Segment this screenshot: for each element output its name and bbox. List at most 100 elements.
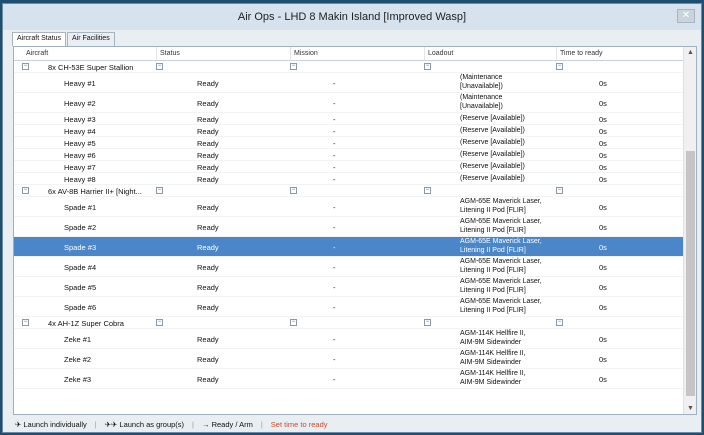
loadout-line: AGM-114K Hellfire II, xyxy=(460,330,526,337)
collapse-icon[interactable]: − xyxy=(290,187,297,194)
aircraft-name: Zeke #2 xyxy=(64,355,92,364)
col-mission[interactable]: Mission xyxy=(294,50,318,57)
mission-value: - xyxy=(333,243,336,252)
aircraft-name: Zeke #3 xyxy=(64,375,92,384)
status-value: Ready xyxy=(197,115,219,124)
aircraft-row[interactable]: Spade #3 Ready - AGM-65E Maverick Laser, Lit… xyxy=(14,237,684,257)
title-bar: Air Ops - LHD 8 Makin Island [Improved W… xyxy=(3,4,701,30)
status-value: Ready xyxy=(197,375,219,384)
aircraft-row[interactable]: Heavy #8 Ready - (Reserve [Available]) 0s xyxy=(14,173,684,185)
group-row[interactable]: − 4x AH-1Z Super Cobra − − − − xyxy=(14,317,684,329)
status-value: Ready xyxy=(197,99,219,108)
time-to-ready-value: 0s xyxy=(599,263,607,272)
collapse-icon[interactable]: − xyxy=(22,319,29,326)
aircraft-name: Heavy #6 xyxy=(64,151,96,160)
status-value: Ready xyxy=(197,163,219,172)
collapse-icon[interactable]: − xyxy=(22,63,29,70)
aircraft-row[interactable]: Heavy #1 Ready - (Maintenance [Unavailable])… xyxy=(14,73,684,93)
loadout-line: Litening II Pod [FLIR] xyxy=(460,306,526,314)
status-value: Ready xyxy=(197,283,219,292)
planes-icon: ✈✈ xyxy=(104,419,118,429)
group-row[interactable]: − 6x AV-8B Harrier II+ [Night... − − − − xyxy=(14,185,684,197)
aircraft-row[interactable]: Zeke #2 Ready - AGM-114K Hellfire II, AIM-9M… xyxy=(14,349,684,369)
loadout-value: (Reserve [Available]) xyxy=(460,139,525,148)
scroll-thumb[interactable] xyxy=(686,151,695,396)
vertical-scrollbar[interactable]: ▲ ▼ xyxy=(683,47,696,414)
collapse-icon[interactable]: − xyxy=(290,319,297,326)
loadout-line: AGM-65E Maverick Laser, xyxy=(460,298,542,305)
launch-group-button[interactable]: ✈✈ Launch as group(s) xyxy=(105,420,184,429)
time-to-ready-value: 0s xyxy=(599,139,607,148)
loadout-line: AIM-9M Sidewinder xyxy=(460,338,522,346)
aircraft-name: Heavy #2 xyxy=(64,99,96,108)
mission-value: - xyxy=(333,79,336,88)
aircraft-row[interactable]: Spade #2 Ready - AGM-65E Maverick Laser, Lit… xyxy=(14,217,684,237)
group-label: 4x AH-1Z Super Cobra xyxy=(48,319,124,328)
aircraft-name: Zeke #1 xyxy=(64,335,92,344)
col-aircraft[interactable]: Aircraft xyxy=(26,50,48,57)
air-ops-window: Air Ops - LHD 8 Makin Island [Improved W… xyxy=(2,3,702,433)
col-time-to-ready[interactable]: Time to ready xyxy=(560,50,603,57)
aircraft-row[interactable]: Heavy #7 Ready - (Reserve [Available]) 0s xyxy=(14,161,684,173)
aircraft-row[interactable]: Heavy #6 Ready - (Reserve [Available]) 0s xyxy=(14,149,684,161)
aircraft-row[interactable]: Heavy #4 Ready - (Reserve [Available]) 0s xyxy=(14,125,684,137)
aircraft-row[interactable]: Spade #5 Ready - AGM-65E Maverick Laser, Lit… xyxy=(14,277,684,297)
tab-aircraft-status[interactable]: Aircraft Status xyxy=(12,32,66,46)
aircraft-row[interactable]: Zeke #3 Ready - AGM-114K Hellfire II, AIM-9M… xyxy=(14,369,684,389)
loadout-value: AGM-65E Maverick Laser, Litening II Pod [… xyxy=(460,278,542,295)
aircraft-row[interactable]: Heavy #3 Ready - (Reserve [Available]) 0s xyxy=(14,113,684,125)
col-status[interactable]: Status xyxy=(160,50,180,57)
status-value: Ready xyxy=(197,127,219,136)
collapse-icon[interactable]: − xyxy=(156,187,163,194)
mission-value: - xyxy=(333,303,336,312)
loadout-line: AGM-65E Maverick Laser, xyxy=(460,278,542,285)
collapse-icon[interactable]: − xyxy=(156,319,163,326)
collapse-icon[interactable]: − xyxy=(424,319,431,326)
collapse-icon[interactable]: − xyxy=(22,187,29,194)
collapse-icon[interactable]: − xyxy=(556,63,563,70)
scroll-up-icon[interactable]: ▲ xyxy=(686,49,695,56)
window-title: Air Ops - LHD 8 Makin Island [Improved W… xyxy=(237,11,467,23)
collapse-icon[interactable]: − xyxy=(424,63,431,70)
launch-individually-button[interactable]: ✈ Launch individually xyxy=(15,420,87,429)
time-to-ready-value: 0s xyxy=(599,127,607,136)
loadout-line: AGM-114K Hellfire II, xyxy=(460,350,526,357)
mission-value: - xyxy=(333,151,336,160)
mission-value: - xyxy=(333,127,336,136)
mission-value: - xyxy=(333,175,336,184)
loadout-value: AGM-65E Maverick Laser, Litening II Pod [… xyxy=(460,238,542,255)
status-value: Ready xyxy=(197,355,219,364)
group-row[interactable]: − 8x CH-53E Super Stallion − − − − xyxy=(14,61,684,73)
scroll-down-icon[interactable]: ▼ xyxy=(686,405,695,412)
aircraft-row[interactable]: Heavy #2 Ready - (Maintenance [Unavailable])… xyxy=(14,93,684,113)
tab-air-facilities[interactable]: Air Facilities xyxy=(66,32,115,46)
loadout-value: AGM-114K Hellfire II, AIM-9M Sidewinder xyxy=(460,370,526,387)
mission-value: - xyxy=(333,99,336,108)
loadout-line: (Maintenance xyxy=(460,94,503,101)
loadout-line: (Reserve [Available]) xyxy=(460,151,525,158)
aircraft-row[interactable]: Zeke #1 Ready - AGM-114K Hellfire II, AIM-9M… xyxy=(14,329,684,349)
close-button[interactable]: ✕ xyxy=(677,9,695,23)
collapse-icon[interactable]: − xyxy=(290,63,297,70)
loadout-line: [Unavailable]) xyxy=(460,82,503,90)
collapse-icon[interactable]: − xyxy=(156,63,163,70)
aircraft-row[interactable]: Spade #4 Ready - AGM-65E Maverick Laser, Lit… xyxy=(14,257,684,277)
status-value: Ready xyxy=(197,223,219,232)
aircraft-name: Spade #4 xyxy=(64,263,97,272)
loadout-value: (Reserve [Available]) xyxy=(460,175,525,184)
mission-value: - xyxy=(333,139,336,148)
aircraft-row[interactable]: Spade #6 Ready - AGM-65E Maverick Laser, Lit… xyxy=(14,297,684,317)
collapse-icon[interactable]: − xyxy=(556,319,563,326)
group-label: 6x AV-8B Harrier II+ [Night... xyxy=(48,187,142,196)
loadout-value: AGM-114K Hellfire II, AIM-9M Sidewinder xyxy=(460,350,526,367)
col-loadout[interactable]: Loadout xyxy=(428,50,453,57)
aircraft-row[interactable]: Heavy #5 Ready - (Reserve [Available]) 0s xyxy=(14,137,684,149)
collapse-icon[interactable]: − xyxy=(424,187,431,194)
set-time-to-ready-button[interactable]: Set time to ready xyxy=(271,420,328,429)
loadout-line: AGM-65E Maverick Laser, xyxy=(460,238,542,245)
loadout-line: Litening II Pod [FLIR] xyxy=(460,246,526,254)
aircraft-row[interactable]: Spade #1 Ready - AGM-65E Maverick Laser, Lit… xyxy=(14,197,684,217)
loadout-line: (Reserve [Available]) xyxy=(460,115,525,122)
ready-arm-button[interactable]: → Ready / Arm xyxy=(202,420,253,429)
collapse-icon[interactable]: − xyxy=(556,187,563,194)
